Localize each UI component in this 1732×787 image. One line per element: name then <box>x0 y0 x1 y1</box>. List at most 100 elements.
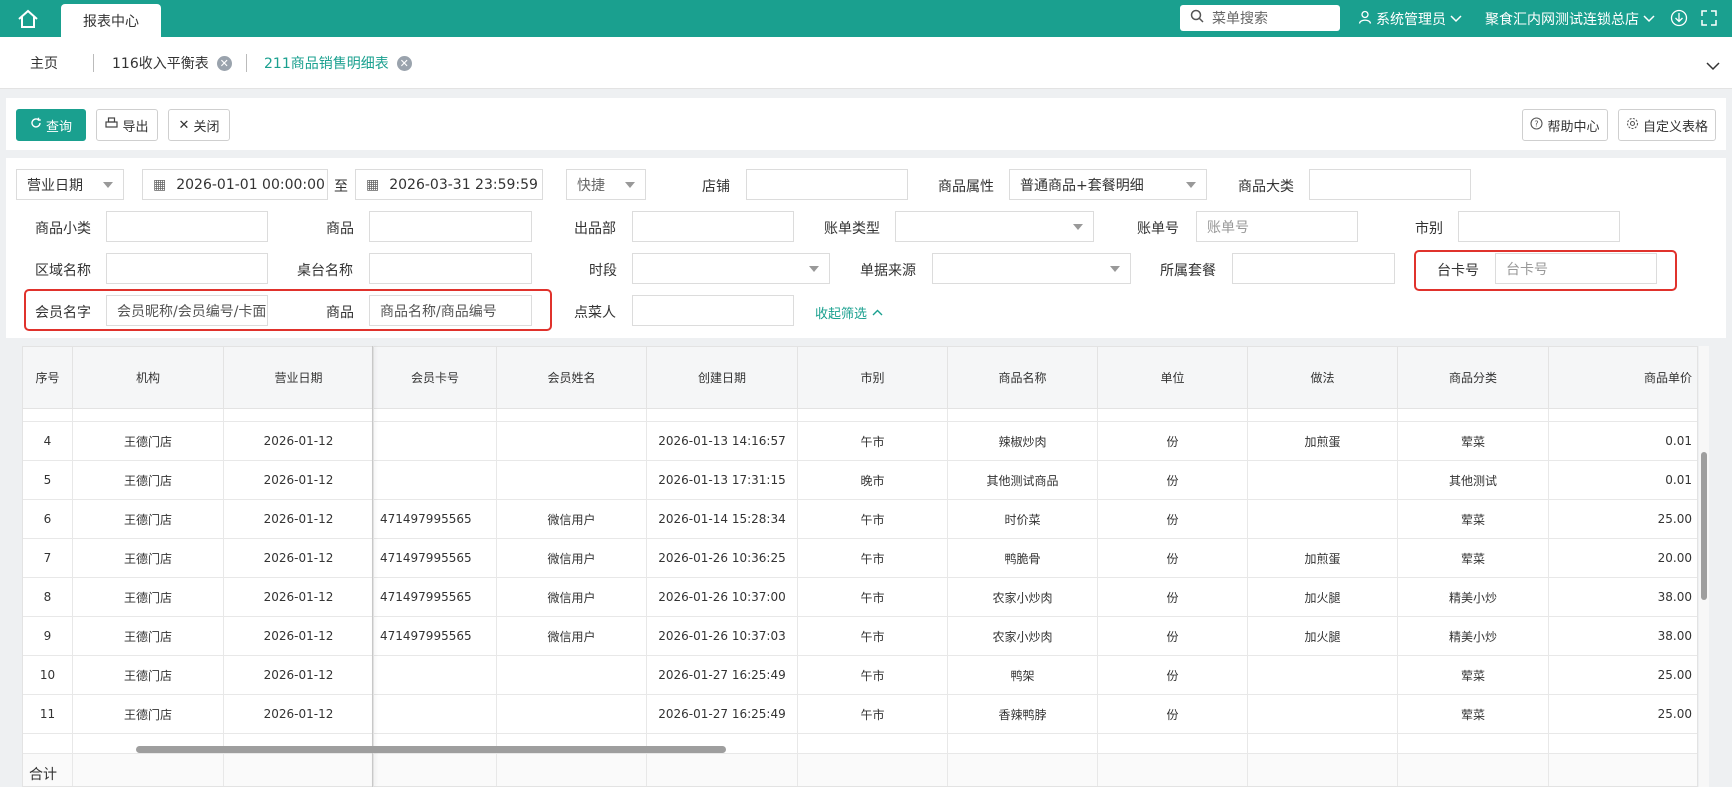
table-cell: 王德门店 <box>73 617 224 656</box>
total-cell <box>1398 754 1549 786</box>
tab-separator <box>93 54 94 72</box>
close-icon[interactable]: ✕ <box>396 55 412 71</box>
attr-select[interactable]: 普通商品+套餐明细 <box>1009 169 1207 200</box>
end-date-input[interactable]: ▦ 2026-03-31 23:59:59 <box>355 169 543 200</box>
date-type-select[interactable]: 营业日期 <box>16 169 124 200</box>
table-cell: 王德门店 <box>73 500 224 539</box>
column-header[interactable]: 市别 <box>798 347 948 409</box>
total-cell <box>948 754 1098 786</box>
column-header[interactable]: 会员卡号 <box>374 347 497 409</box>
total-cell <box>1248 754 1398 786</box>
dept-input[interactable] <box>632 211 794 242</box>
home-icon[interactable] <box>12 5 44 32</box>
tab-report-center[interactable]: 报表中心 <box>61 4 161 37</box>
table-row[interactable]: 8 王德门店 2026-01-12 471497995565 微信用户 2026-01-2… <box>23 578 1697 617</box>
store-menu[interactable]: 聚食汇内网测试连锁总店 <box>1485 9 1655 29</box>
table-cell-partial <box>374 409 497 422</box>
vertical-scrollbar-thumb[interactable] <box>1701 452 1707 600</box>
query-button[interactable]: 查询 <box>16 109 86 141</box>
bill-no-input[interactable]: 账单号 <box>1196 211 1358 242</box>
start-date-input[interactable]: ▦ 2026-01-01 00:00:00 <box>142 169 328 200</box>
user-menu[interactable]: 系统管理员 <box>1358 9 1462 29</box>
table-row[interactable]: 10 王德门店 2026-01-12 2026-01-27 16:25:49 午市 鸭架份… <box>23 656 1697 695</box>
bill-type-select[interactable] <box>895 211 1094 242</box>
table-cell: 份 <box>1098 695 1248 734</box>
table-cell: 8 <box>23 578 73 617</box>
to-label: 至 <box>334 179 348 195</box>
close-label: 关闭 <box>193 119 220 135</box>
table-cell: 时价菜 <box>948 500 1098 539</box>
top-bar <box>0 0 1732 37</box>
orderer-input[interactable] <box>632 295 794 326</box>
table-cell: 2026-01-12 <box>224 539 374 578</box>
column-header[interactable]: 商品分类 <box>1398 347 1549 409</box>
tab-sales-detail[interactable]: 211商品销售明细表 ✕ <box>264 37 412 89</box>
column-header[interactable]: 单位 <box>1098 347 1248 409</box>
close-button[interactable]: ✕ 关闭 <box>168 109 230 141</box>
column-header[interactable]: 做法 <box>1248 347 1398 409</box>
column-header[interactable]: 商品名称 <box>948 347 1098 409</box>
table-cell: 份 <box>1098 656 1248 695</box>
table-cell: 辣椒炒肉 <box>948 422 1098 461</box>
table-name-input[interactable] <box>369 253 532 284</box>
horizontal-scrollbar-thumb[interactable] <box>136 746 726 753</box>
small-cat-input[interactable] <box>106 211 268 242</box>
table-row[interactable]: 9 王德门店 2026-01-12 471497995565 微信用户 2026-01-2… <box>23 617 1697 656</box>
big-cat-input[interactable] <box>1309 169 1471 200</box>
period-select[interactable] <box>632 253 830 284</box>
shop-input[interactable] <box>746 169 908 200</box>
column-header[interactable]: 序号 <box>23 347 73 409</box>
caret-down-icon <box>1073 224 1083 230</box>
tab-home[interactable]: 主页 <box>30 37 58 89</box>
column-header[interactable]: 机构 <box>73 347 224 409</box>
table-cell: 0.01 <box>1549 422 1697 461</box>
table-row[interactable]: 5 王德门店 2026-01-12 2026-01-13 17:31:15 晚市 其他测试… <box>23 461 1697 500</box>
table-cell: 5 <box>23 461 73 500</box>
table-cell: 荤菜 <box>1398 656 1549 695</box>
table-cell: 25.00 <box>1549 500 1697 539</box>
column-header[interactable]: 会员姓名 <box>497 347 647 409</box>
fullscreen-icon[interactable] <box>1700 9 1718 31</box>
user-name: 系统管理员 <box>1376 12 1446 28</box>
caret-down-icon <box>1186 182 1196 188</box>
tab-income-balance[interactable]: 116收入平衡表 ✕ <box>112 37 232 89</box>
table-cell-partial <box>1549 734 1697 754</box>
total-cell <box>73 754 224 786</box>
table-cell: 7 <box>23 539 73 578</box>
help-button[interactable]: ? 帮助中心 <box>1522 109 1608 141</box>
area-input[interactable] <box>106 253 268 284</box>
close-icon[interactable]: ✕ <box>216 55 232 71</box>
close-icon: ✕ <box>178 117 190 133</box>
goods-input[interactable] <box>369 211 532 242</box>
quick-select[interactable]: 快捷 <box>566 169 646 200</box>
export-button[interactable]: 导出 <box>96 109 158 141</box>
table-cell-partial <box>497 409 647 422</box>
source-select[interactable] <box>932 253 1131 284</box>
package-input[interactable] <box>1232 253 1395 284</box>
download-icon[interactable] <box>1670 9 1688 31</box>
table-cell-partial <box>1098 409 1248 422</box>
help-icon: ? <box>1530 116 1544 134</box>
gear-icon <box>1626 117 1639 134</box>
table-cell <box>374 422 497 461</box>
custom-table-button[interactable]: 自定义表格 <box>1618 109 1716 141</box>
table-cell: 2026-01-12 <box>224 617 374 656</box>
table-cell: 10 <box>23 656 73 695</box>
table-cell: 微信用户 <box>497 617 647 656</box>
collapse-filter-link[interactable]: 收起筛选 <box>815 303 883 322</box>
collapse-label: 收起筛选 <box>815 307 868 322</box>
table-row[interactable]: 6 王德门店 2026-01-12 471497995565 微信用户 2026-01-1… <box>23 500 1697 539</box>
table-cell <box>1248 656 1398 695</box>
menu-search-input[interactable]: 菜单搜索 <box>1180 5 1340 31</box>
table-cell: 471497995565 <box>374 617 497 656</box>
table-row[interactable]: 11 王德门店 2026-01-12 2026-01-27 16:25:49 午市 香辣鸭… <box>23 695 1697 734</box>
table-row[interactable]: 7 王德门店 2026-01-12 471497995565 微信用户 2026-01-2… <box>23 539 1697 578</box>
column-header[interactable]: 营业日期 <box>224 347 374 409</box>
table-cell: 微信用户 <box>497 500 647 539</box>
column-header[interactable]: 创建日期 <box>647 347 798 409</box>
chevron-down-icon[interactable] <box>1706 56 1720 75</box>
tab-label: 211商品销售明细表 <box>264 56 389 72</box>
column-header[interactable]: 商品单价 <box>1549 347 1697 409</box>
market-input[interactable] <box>1458 211 1620 242</box>
table-row[interactable]: 4 王德门店 2026-01-12 2026-01-13 14:16:57 午市 辣椒炒肉… <box>23 422 1697 461</box>
